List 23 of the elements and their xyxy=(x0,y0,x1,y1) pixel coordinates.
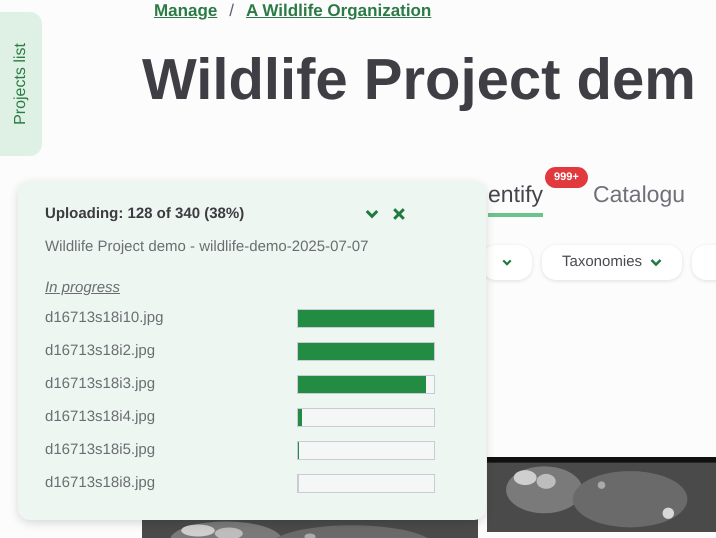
section-heading: In progress xyxy=(45,278,122,298)
file-name: d16713s18i3.jpg xyxy=(45,375,156,393)
chevron-down-icon xyxy=(365,209,379,220)
close-button[interactable] xyxy=(393,208,405,220)
file-name: d16713s18i5.jpg xyxy=(45,441,156,459)
page-title: Wildlife Project dem xyxy=(142,46,696,114)
projects-list-tab[interactable]: Projects list xyxy=(0,12,42,156)
breadcrumb-link[interactable]: A Wildlife Organization xyxy=(246,0,432,24)
breadcrumb-link[interactable]: Manage xyxy=(154,0,218,24)
close-icon xyxy=(393,208,405,220)
collapse-button[interactable] xyxy=(365,209,379,220)
breadcrumb-separator: / xyxy=(229,0,234,22)
count-badge: 999+ xyxy=(544,167,588,188)
tab[interactable]: Catalogu xyxy=(592,177,686,217)
upload-destination: Wildlife Project demo - wildlife-demo-2025-07-07 xyxy=(45,236,370,256)
filter-dropdown[interactable]: Taxonomies xyxy=(542,245,682,280)
file-name: d16713s18i8.jpg xyxy=(45,474,156,492)
file-name: d16713s18i2.jpg xyxy=(45,342,156,360)
file-name: d16713s18i4.jpg xyxy=(45,408,156,426)
file-name: d16713s18i10.jpg xyxy=(45,309,164,327)
chevron-down-icon xyxy=(650,258,662,267)
chevron-down-icon xyxy=(502,258,512,267)
upload-status: Uploading: 128 of 340 (38%) xyxy=(45,204,244,224)
